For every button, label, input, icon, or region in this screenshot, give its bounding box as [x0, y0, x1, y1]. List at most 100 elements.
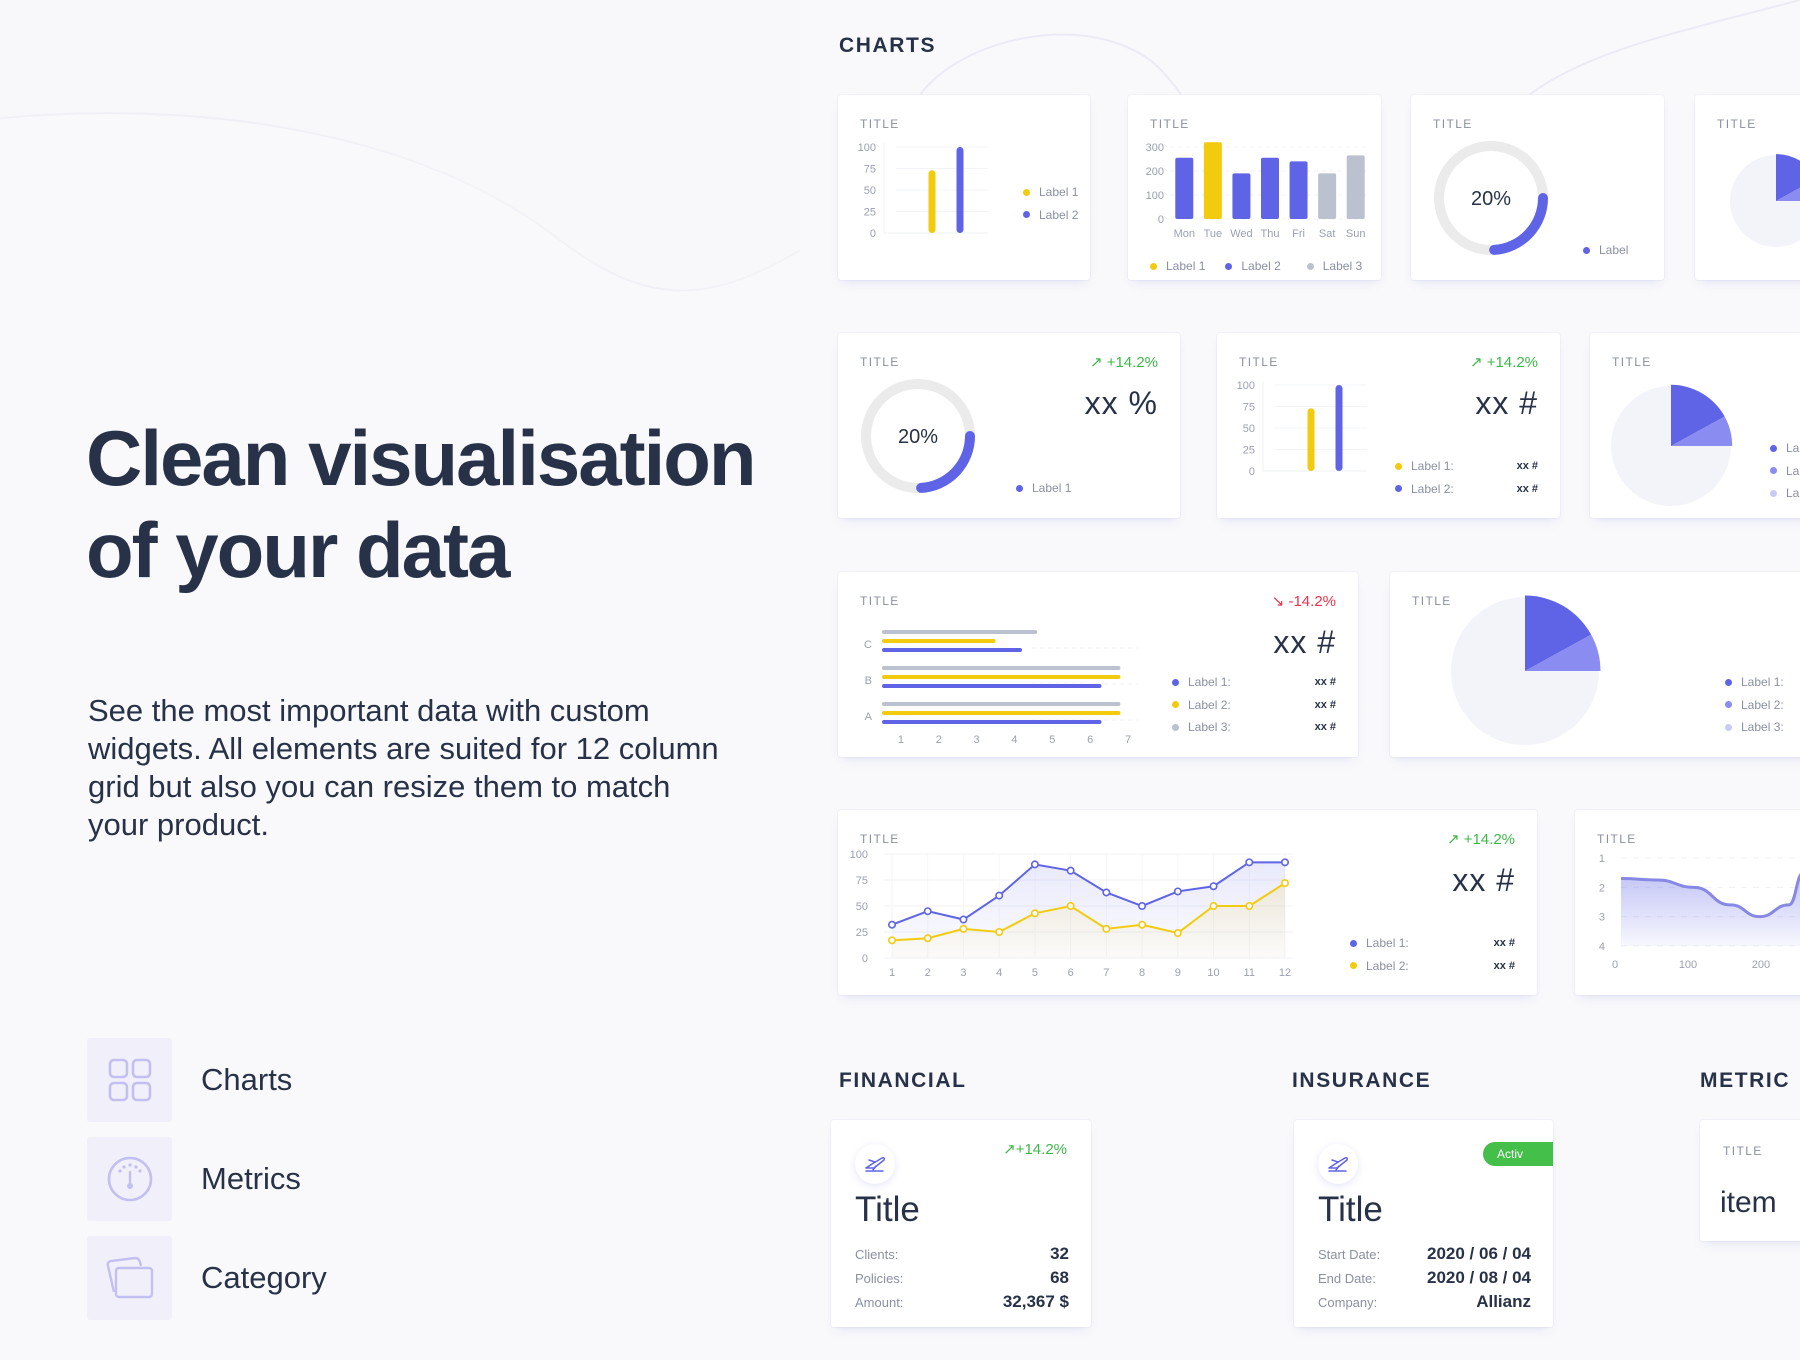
plane-icon-badge: [855, 1144, 895, 1184]
legend-item: Label 2: xx #: [1172, 694, 1336, 717]
bar-wed: [1232, 173, 1251, 219]
y-tick-label: B: [865, 675, 872, 687]
metric-card[interactable]: TITLE item: [1700, 1120, 1800, 1241]
y-tick-label: 0: [862, 953, 868, 965]
data-point: [1209, 901, 1218, 910]
x-tick-label: Tue: [1204, 228, 1223, 240]
data-point: [995, 891, 1004, 900]
y-tick-label: 0: [870, 228, 876, 240]
x-tick-label: 10: [1207, 967, 1219, 979]
section-heading-metric: METRIC: [1700, 1069, 1791, 1092]
card-title: Title: [1318, 1190, 1383, 1229]
y-tick-label: 2: [1599, 882, 1605, 894]
x-tick-label: Wed: [1230, 228, 1252, 240]
nav-label: Charts: [201, 1062, 293, 1097]
chart-card-vbar-small: TITLE 0 25 50 75 100 Label 1 Label 2: [838, 95, 1090, 280]
x-tick-label: Fri: [1292, 228, 1305, 240]
x-tick-label: 4: [996, 967, 1002, 979]
nav-label: Category: [201, 1260, 327, 1295]
y-tick-label: C: [864, 639, 872, 651]
x-tick-label: 8: [1139, 967, 1145, 979]
info-row: Clients: 32: [855, 1244, 1069, 1263]
chart-legend: Label 1: xx # Label 2: xx # Label 3: xx #: [1172, 671, 1336, 739]
kpi-value: xx #: [1475, 385, 1538, 421]
bar-mon: [1175, 157, 1194, 219]
y-tick-label: 50: [1243, 423, 1255, 435]
kpi-value: xx #: [1452, 862, 1515, 898]
legend-item: Label 1: [1016, 477, 1071, 500]
card-title: TITLE: [860, 594, 900, 608]
bar-B-label-3: [882, 666, 1121, 670]
x-tick-label: Sat: [1319, 228, 1336, 240]
card-title: TITLE: [1723, 1144, 1763, 1158]
insurance-card[interactable]: Activ Title Start Date: 2020 / 06 / 04 En…: [1294, 1120, 1553, 1327]
trend-indicator: ↘ -14.2%: [1271, 593, 1336, 610]
chart-card-area-partial: TITLE 1 2 3 4 0 100 200: [1575, 810, 1800, 995]
line-chart: 02550751001 2 3 4 5 6 7 8 9 10 11 12: [850, 849, 1293, 979]
legend-item: Label 2: xx #: [1350, 955, 1515, 978]
legend-item: Label 1:: [1770, 437, 1800, 460]
hero-description: See the most important data with custom …: [88, 693, 719, 842]
chart-legend: Label 1 Label 2 Label 3: [1150, 255, 1362, 278]
chart-card-donut: TITLE 20% Label: [1411, 95, 1664, 280]
x-tick-label: Mon: [1174, 228, 1195, 240]
data-point: [1066, 901, 1075, 910]
financial-card[interactable]: ↗+14.2% Title Clients: 32 Policies: 68 Amo…: [831, 1120, 1091, 1327]
x-tick-label: 1: [898, 734, 904, 746]
card-title: TITLE: [1597, 832, 1637, 846]
card-title: TITLE: [1433, 117, 1473, 131]
x-tick-label: 5: [1032, 967, 1038, 979]
legend-item: Label 2:: [1725, 694, 1784, 717]
pie-chart: [1730, 154, 1800, 247]
legend-item: Label 1:: [1725, 671, 1784, 694]
chart-card-pie-row3: TITLE Label 1: Label 2: Label 3:: [1390, 572, 1800, 757]
bar-tue: [1203, 142, 1222, 219]
bar-B-label-1: [882, 684, 1102, 688]
bar-C-label-2: [882, 639, 996, 643]
legend-item: Label: [1583, 239, 1628, 262]
data-point: [1030, 860, 1039, 869]
plane-icon: [1328, 1157, 1348, 1172]
trend-indicator: ↗ +14.2%: [1446, 831, 1515, 848]
x-tick-label: 9: [1175, 967, 1181, 979]
info-row: Start Date: 2020 / 06 / 04: [1318, 1244, 1531, 1263]
data-point: [1102, 924, 1111, 933]
data-point: [995, 928, 1004, 937]
bar-A-label-3: [882, 702, 1121, 706]
y-tick-label: 200: [1146, 166, 1164, 178]
chart-card-pie-partial: TITLE: [1695, 95, 1800, 280]
area-fill: [1621, 876, 1800, 946]
x-tick-label: Thu: [1261, 228, 1280, 240]
y-tick-label: 75: [864, 164, 876, 176]
data-point: [1245, 858, 1254, 867]
data-point: [1173, 887, 1182, 896]
data-point: [887, 936, 896, 945]
y-tick-label: 100: [858, 142, 876, 154]
cards-icon: [106, 1256, 153, 1299]
headline-line-2: of your data: [86, 506, 510, 594]
data-point: [1280, 858, 1289, 867]
donut-center-label: 20%: [1471, 188, 1511, 210]
donut-chart: 20%: [861, 379, 975, 493]
card-title: TITLE: [1150, 117, 1190, 131]
card-title: TITLE: [860, 117, 900, 131]
pie-chart: [1451, 595, 1601, 745]
nav-item-category[interactable]: Category: [87, 1236, 407, 1320]
trend-indicator: ↗ +14.2%: [1469, 354, 1538, 371]
bar-sat: [1318, 173, 1337, 219]
kpi-value: xx #: [1273, 624, 1336, 660]
nav-item-charts[interactable]: Charts: [87, 1038, 407, 1122]
kpi-value: xx %: [1084, 385, 1158, 421]
chart-legend: Label: [1583, 239, 1628, 262]
bar-A-label-1: [882, 720, 1102, 724]
chart-legend: Label 1: Label 2: Label 3:: [1725, 671, 1784, 739]
y-tick-label: 25: [864, 207, 876, 219]
trend-indicator: ↗+14.2%: [1003, 1141, 1067, 1158]
x-tick-label: 200: [1752, 959, 1770, 971]
y-tick-label: 100: [1237, 380, 1255, 392]
card-title: TITLE: [860, 832, 900, 846]
trend-up-icon: ↗: [1089, 354, 1103, 371]
x-tick-label: 2: [936, 734, 942, 746]
data-point: [1245, 901, 1254, 910]
nav-item-metrics[interactable]: Metrics: [87, 1137, 407, 1221]
